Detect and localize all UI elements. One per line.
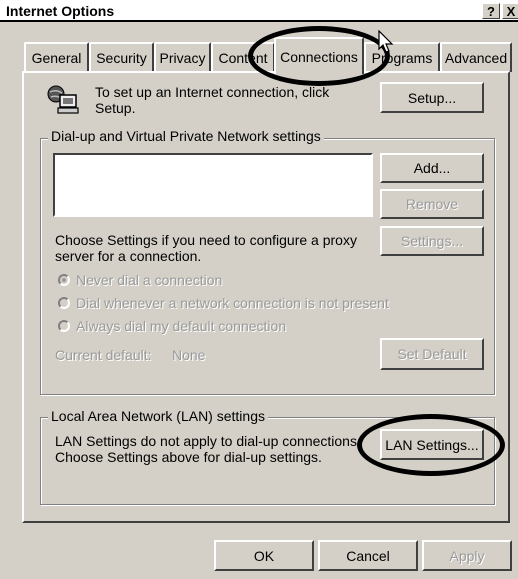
tab-connections[interactable]: Connections	[274, 37, 364, 74]
current-default-label: Current default:	[55, 347, 152, 363]
tab-general[interactable]: General	[24, 42, 89, 72]
connections-list[interactable]	[53, 153, 373, 217]
tab-programs[interactable]: Programs	[364, 42, 440, 72]
add-button[interactable]: Add...	[380, 153, 484, 183]
tab-content[interactable]: Content	[211, 42, 275, 72]
radio-selected-dot	[62, 278, 66, 282]
dialup-group-label: Dial-up and Virtual Private Network sett…	[48, 128, 324, 144]
tab-privacy[interactable]: Privacy	[154, 42, 211, 72]
cancel-button[interactable]: Cancel	[318, 540, 418, 571]
ok-button[interactable]: OK	[214, 540, 314, 571]
title-bar: Internet Options ? X	[0, 0, 518, 22]
set-default-button[interactable]: Set Default	[380, 338, 484, 370]
close-button[interactable]: X	[502, 3, 518, 19]
remove-button[interactable]: Remove	[380, 189, 484, 219]
radio-dial-whenever-label: Dial whenever a network connection is no…	[76, 295, 389, 311]
current-default-value: None	[172, 347, 206, 363]
window-title: Internet Options	[6, 3, 115, 19]
radio-always-dial-label: Always dial my default connection	[76, 318, 287, 334]
tab-advanced[interactable]: Advanced	[440, 42, 512, 72]
setup-button[interactable]: Setup...	[380, 82, 484, 113]
mouse-cursor-icon	[378, 29, 394, 59]
radio-always-dial[interactable]	[58, 320, 70, 332]
network-computer-icon	[47, 85, 81, 115]
proxy-settings-description: Choose Settings if you need to configure…	[55, 232, 357, 264]
help-button[interactable]: ?	[482, 3, 500, 19]
radio-dial-whenever[interactable]	[58, 297, 70, 309]
lan-description: LAN Settings do not apply to dial-up con…	[55, 433, 361, 465]
radio-never-dial[interactable]	[58, 274, 70, 286]
lan-settings-button[interactable]: LAN Settings...	[380, 429, 484, 460]
apply-button[interactable]: Apply	[422, 540, 512, 571]
radio-never-dial-label: Never dial a connection	[76, 272, 223, 288]
settings-button[interactable]: Settings...	[380, 226, 484, 256]
lan-group-label: Local Area Network (LAN) settings	[48, 408, 268, 424]
setup-description: To set up an Internet connection, click …	[95, 84, 330, 116]
tab-security[interactable]: Security	[89, 42, 154, 72]
